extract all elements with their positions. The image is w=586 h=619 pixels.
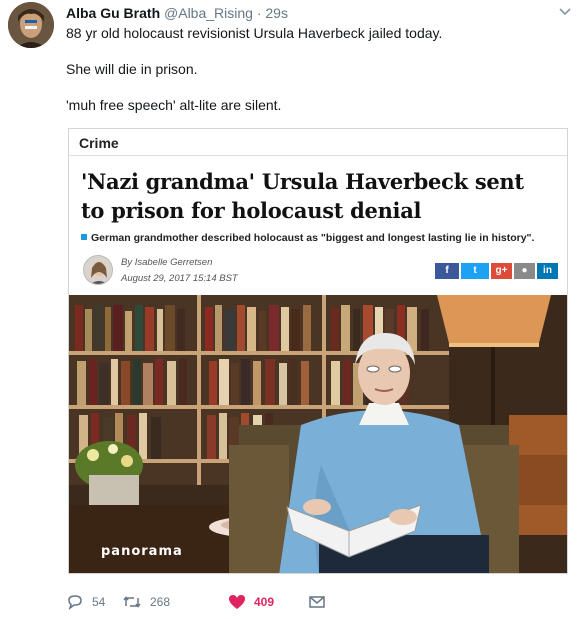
envelope-icon: [309, 596, 325, 608]
reply-count: 54: [92, 595, 106, 609]
like-button[interactable]: 409: [228, 592, 274, 612]
user-handle[interactable]: @Alba_Rising: [164, 5, 253, 21]
retweet-count: 268: [150, 595, 171, 609]
article-byline: By Isabelle Gerretsen: [121, 257, 213, 268]
retweet-button[interactable]: 268: [122, 592, 170, 612]
share-buttons: f t g+ ● in: [435, 263, 558, 279]
like-count: 409: [254, 595, 275, 609]
tweet-line: 'muh free speech' alt-lite are silent.: [66, 97, 282, 113]
facebook-icon: f: [435, 263, 459, 279]
avatar[interactable]: [8, 2, 54, 48]
tweet-header: Alba Gu Brath @Alba_Rising · 29s: [66, 4, 288, 22]
direct-message-button[interactable]: [308, 592, 326, 612]
author-avatar: [83, 255, 113, 285]
standfirst-text: German grandmother described holocaust a…: [91, 232, 535, 244]
timestamp[interactable]: 29s: [265, 5, 288, 21]
chevron-down-icon[interactable]: [558, 4, 572, 18]
heart-icon: [229, 595, 245, 609]
retweet-icon: [123, 596, 141, 608]
separator: ·: [256, 5, 262, 21]
tweet-line: She will die in prison.: [66, 61, 198, 77]
linkedin-icon: in: [537, 263, 558, 279]
tweet: Alba Gu Brath @Alba_Rising · 29s 88 yr o…: [0, 0, 586, 619]
reply-button[interactable]: 54: [66, 592, 105, 612]
reply-icon: [68, 595, 82, 610]
article-date: August 29, 2017 15:14 BST: [121, 273, 238, 284]
tweet-actions: 54 268 409: [66, 592, 366, 612]
twitter-icon: t: [461, 263, 489, 279]
tweet-line: 88 yr old holocaust revisionist Ursula H…: [66, 25, 443, 41]
tweet-text: 88 yr old holocaust revisionist Ursula H…: [66, 24, 566, 132]
divider: [69, 155, 567, 156]
article-headline: 'Nazi grandma' Ursula Haverbeck sent to …: [81, 169, 524, 223]
reddit-icon: ●: [514, 263, 535, 279]
article-standfirst: German grandmother described holocaust a…: [81, 231, 534, 245]
article-photo: panorama: [69, 295, 567, 573]
display-name[interactable]: Alba Gu Brath: [66, 5, 160, 21]
bullet-square-icon: [81, 234, 87, 240]
google-plus-icon: g+: [491, 263, 512, 279]
article-screenshot[interactable]: Crime 'Nazi grandma' Ursula Haverbeck se…: [68, 128, 568, 574]
panorama-watermark: panorama: [101, 544, 183, 559]
section-label: Crime: [79, 135, 119, 151]
